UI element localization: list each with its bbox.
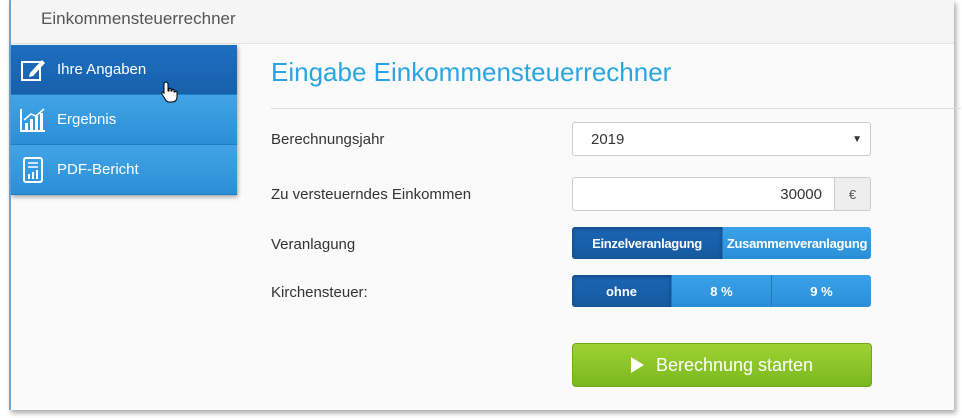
app-window: Einkommensteuerrechner Ihre Angaben Erge… xyxy=(9,0,961,410)
year-row: Berechnungsjahr 2019 ▼ xyxy=(271,122,881,156)
year-select[interactable]: 2019 ▼ xyxy=(572,122,871,156)
currency-addon: € xyxy=(835,177,871,211)
main-content: Eingabe Einkommensteuerrechner Berechnun… xyxy=(271,45,961,387)
assessment-joint-button[interactable]: Zusammenveranlagung xyxy=(722,227,871,259)
church-tax-toggle: ohne 8 % 9 % xyxy=(572,275,871,307)
income-input-group: € xyxy=(572,177,871,211)
app-title: Einkommensteuerrechner xyxy=(41,9,236,28)
income-label: Zu versteuerndes Einkommen xyxy=(271,186,472,203)
year-value: 2019 xyxy=(591,131,625,148)
sidebar-item-pdf-bericht[interactable]: PDF-Bericht xyxy=(11,145,237,195)
submit-row: Berechnung starten xyxy=(271,343,881,387)
church-tax-9-button[interactable]: 9 % xyxy=(771,275,871,307)
page-title: Eingabe Einkommensteuerrechner xyxy=(271,57,961,109)
bar-chart-icon xyxy=(19,106,47,134)
income-input[interactable] xyxy=(572,177,835,211)
church-tax-row: Kirchensteuer: ohne 8 % 9 % xyxy=(271,275,881,309)
report-icon xyxy=(19,156,47,184)
sidebar-item-label: Ihre Angaben xyxy=(57,61,147,78)
sidebar-item-label: PDF-Bericht xyxy=(57,161,139,178)
assessment-toggle: Einzelveranlagung Zusammenveranlagung xyxy=(572,227,871,259)
title-bar: Einkommensteuerrechner xyxy=(11,0,954,44)
edit-icon xyxy=(19,56,47,84)
assessment-label: Veranlagung xyxy=(271,236,356,253)
sidebar-item-ihre-angaben[interactable]: Ihre Angaben xyxy=(11,45,237,95)
assessment-single-button[interactable]: Einzelveranlagung xyxy=(572,227,722,259)
church-tax-none-button[interactable]: ohne xyxy=(572,275,671,307)
hand-cursor-icon xyxy=(161,81,179,108)
play-icon xyxy=(630,357,644,373)
start-calculation-button[interactable]: Berechnung starten xyxy=(572,343,872,387)
income-row: Zu versteuerndes Einkommen € xyxy=(271,177,881,211)
start-calculation-label: Berechnung starten xyxy=(655,354,814,375)
year-label: Berechnungsjahr xyxy=(271,131,385,148)
assessment-row: Veranlagung Einzelveranlagung Zusammenve… xyxy=(271,227,881,261)
caret-down-icon: ▼ xyxy=(852,134,862,145)
sidebar-item-ergebnis[interactable]: Ergebnis xyxy=(11,95,237,145)
church-tax-8-button[interactable]: 8 % xyxy=(671,275,771,307)
sidebar-item-label: Ergebnis xyxy=(57,111,117,128)
sidebar: Ihre Angaben Ergebnis PDF-Bericht xyxy=(11,45,237,195)
church-tax-label: Kirchensteuer: xyxy=(271,284,368,301)
